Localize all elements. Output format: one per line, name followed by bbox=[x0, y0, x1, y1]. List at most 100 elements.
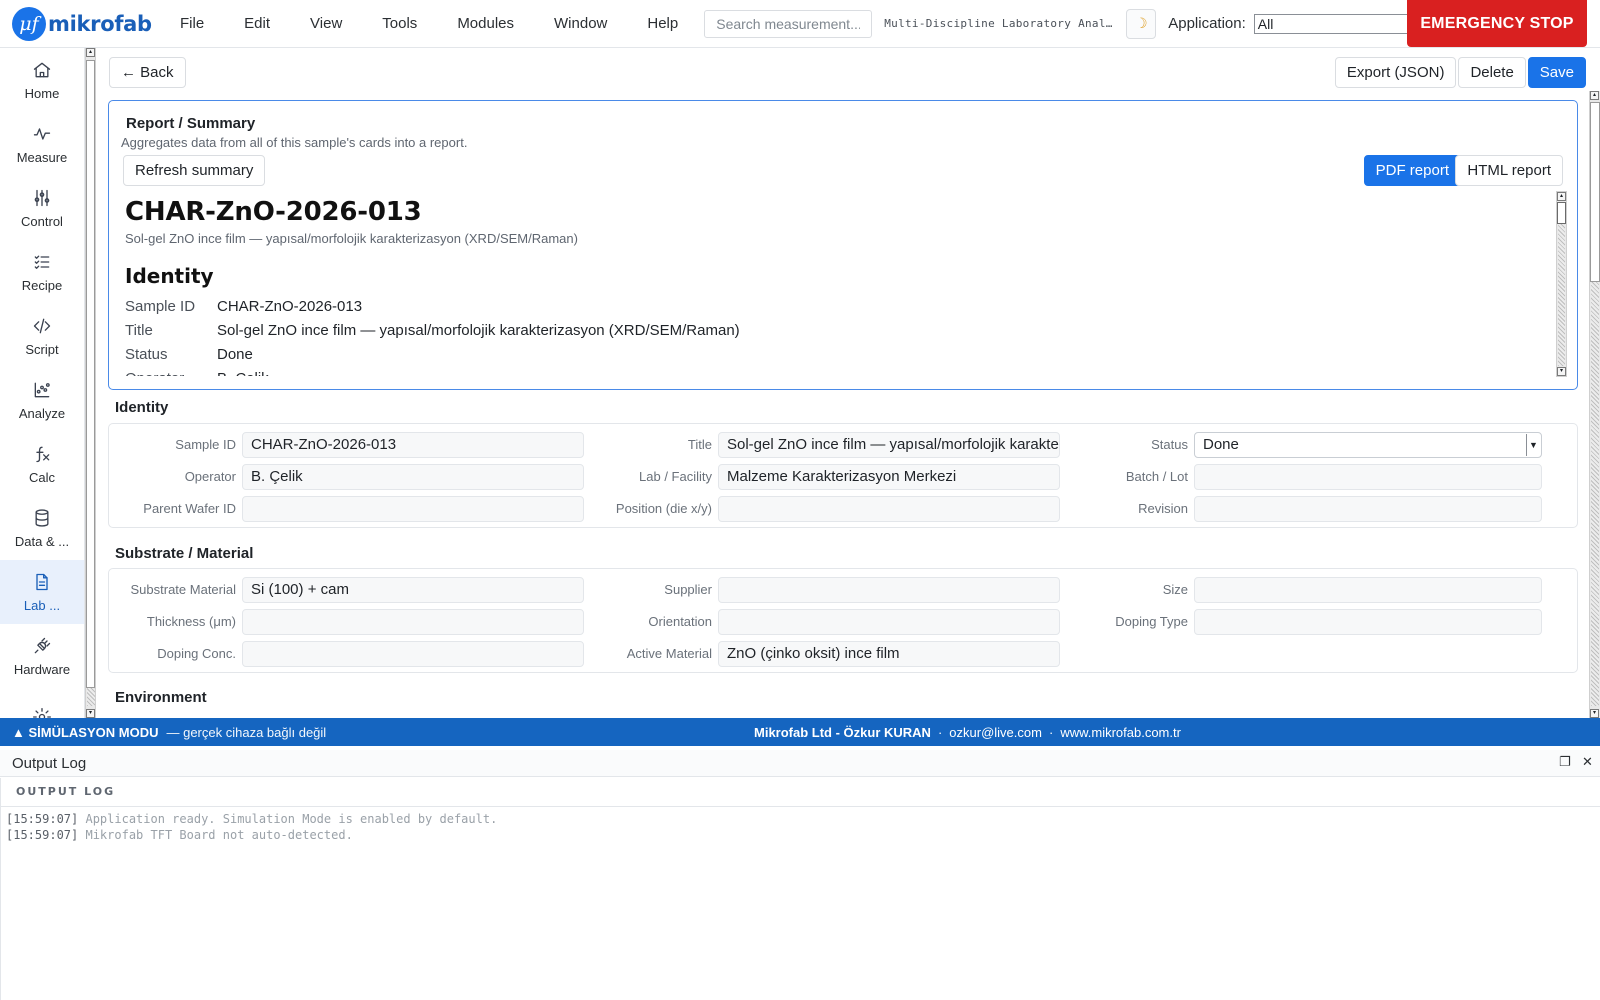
sidebar-item-control[interactable]: Control bbox=[0, 176, 84, 240]
batch-label: Batch / Lot bbox=[1125, 469, 1188, 484]
footer-info: Mikrofab Ltd - Özkur KURAN · ozkur@live.… bbox=[754, 718, 1181, 746]
sidebar-item-measure[interactable]: Measure bbox=[0, 112, 84, 176]
preview-section-heading: Identity bbox=[125, 264, 214, 288]
html-report-button[interactable]: HTML report bbox=[1455, 155, 1563, 186]
sidebar-item-data[interactable]: Data & ... bbox=[0, 496, 84, 560]
theme-toggle-button[interactable]: ☽ bbox=[1126, 8, 1157, 39]
preview-identity-table: Sample ID CHAR-ZnO-2026-013 Title Sol-ge… bbox=[125, 294, 740, 377]
menu-window[interactable]: Window bbox=[534, 15, 627, 32]
form-row: Doping Conc. Active Material ZnO (çinko … bbox=[109, 641, 1579, 667]
export-json-button[interactable]: Export (JSON) bbox=[1334, 57, 1457, 88]
menu-view[interactable]: View bbox=[290, 15, 362, 32]
scroll-thumb[interactable] bbox=[1590, 102, 1600, 282]
separator-dot: · bbox=[1048, 724, 1054, 740]
brand-logo[interactable]: μf mikrofab bbox=[12, 6, 162, 41]
application-select[interactable]: All ▼ bbox=[1253, 13, 1422, 34]
scroll-down-arrow[interactable]: ▾ bbox=[1557, 367, 1566, 376]
document-icon bbox=[36, 573, 48, 590]
parent-wafer-field[interactable] bbox=[242, 496, 584, 522]
preview-key: Sample ID bbox=[125, 297, 196, 315]
operator-field[interactable]: B. Çelik bbox=[242, 464, 584, 490]
pdf-report-button[interactable]: PDF report bbox=[1363, 155, 1461, 186]
log-message: Application ready. Simulation Mode is en… bbox=[85, 812, 498, 826]
sidebar-item-label: Calc bbox=[28, 469, 55, 485]
scroll-thumb[interactable] bbox=[1557, 202, 1566, 224]
menu-edit[interactable]: Edit bbox=[224, 15, 290, 32]
position-field[interactable] bbox=[718, 496, 1060, 522]
substrate-material-field[interactable]: Si (100) + cam bbox=[242, 577, 584, 603]
scroll-thumb[interactable] bbox=[86, 60, 95, 688]
preview-scrollbar[interactable]: ▴ ▾ bbox=[1556, 191, 1567, 377]
doping-type-label: Doping Type bbox=[1115, 614, 1188, 629]
thickness-field[interactable] bbox=[242, 609, 584, 635]
preview-heading: CHAR-ZnO-2026-013 bbox=[125, 197, 422, 227]
scroll-down-arrow[interactable]: ▾ bbox=[86, 709, 95, 718]
output-log-header: Output Log ❐ ✕ bbox=[0, 750, 1600, 777]
sidebar-item-analyze[interactable]: Analyze bbox=[0, 368, 84, 432]
lab-field[interactable]: Malzeme Karakterizasyon Merkezi bbox=[718, 464, 1060, 490]
revision-field[interactable] bbox=[1194, 496, 1542, 522]
supplier-field[interactable] bbox=[718, 577, 1060, 603]
sample-id-field[interactable]: CHAR-ZnO-2026-013 bbox=[242, 432, 584, 458]
back-button[interactable]: ← Back bbox=[109, 57, 186, 88]
sidebar-item-recipe[interactable]: Recipe bbox=[0, 240, 84, 304]
menu-tools[interactable]: Tools bbox=[362, 15, 437, 32]
menu-modules[interactable]: Modules bbox=[437, 15, 534, 32]
close-icon[interactable]: ✕ bbox=[1582, 754, 1593, 770]
sidebar-item-calc[interactable]: Calc bbox=[0, 432, 84, 496]
sidebar-item-settings[interactable] bbox=[0, 688, 84, 718]
moon-icon: ☽ bbox=[1134, 15, 1148, 31]
log-message: Mikrofab TFT Board not auto-detected. bbox=[85, 828, 353, 842]
scroll-down-arrow[interactable]: ▾ bbox=[1590, 709, 1599, 718]
sidebar-item-home[interactable]: Home bbox=[0, 48, 84, 112]
batch-field[interactable] bbox=[1194, 464, 1542, 490]
sidebar: Home Measure Control Recipe Script Analy… bbox=[0, 48, 85, 718]
report-summary-card: Report / Summary Aggregates data from al… bbox=[108, 100, 1578, 390]
refresh-summary-button[interactable]: Refresh summary bbox=[123, 155, 266, 186]
orientation-field[interactable] bbox=[718, 609, 1060, 635]
delete-button[interactable]: Delete bbox=[1458, 57, 1526, 88]
chart-icon bbox=[34, 382, 50, 397]
top-bar: μf mikrofab File Edit View Tools Modules… bbox=[0, 0, 1600, 48]
size-field[interactable] bbox=[1194, 577, 1542, 603]
menu-help[interactable]: Help bbox=[627, 15, 698, 32]
sidebar-item-label: Analyze bbox=[18, 405, 66, 421]
identity-heading: Identity bbox=[115, 399, 169, 416]
lab-label: Lab / Facility bbox=[639, 469, 712, 484]
doping-conc-field[interactable] bbox=[242, 641, 584, 667]
substrate-material-label: Substrate Material bbox=[130, 582, 237, 597]
separator-dot: · bbox=[937, 724, 943, 740]
scroll-up-arrow[interactable]: ▴ bbox=[1590, 91, 1599, 100]
home-icon bbox=[33, 62, 51, 77]
main-scrollbar[interactable]: ▴ ▾ bbox=[1589, 91, 1600, 718]
report-preview[interactable]: CHAR-ZnO-2026-013 Sol-gel ZnO ince film … bbox=[125, 191, 1525, 376]
sidebar-scrollbar[interactable]: ▴ ▾ bbox=[85, 48, 96, 718]
simulation-note: — gerçek cihaza bağlı değil bbox=[166, 724, 327, 740]
active-material-label: Active Material bbox=[626, 646, 712, 661]
doping-type-field[interactable] bbox=[1194, 609, 1542, 635]
position-label: Position (die x/y) bbox=[615, 501, 712, 516]
emergency-stop-button[interactable]: EMERGENCY STOP bbox=[1407, 0, 1587, 47]
search-input[interactable] bbox=[704, 9, 873, 38]
gear-icon bbox=[33, 708, 51, 718]
sidebar-item-hardware[interactable]: Hardware bbox=[0, 624, 84, 688]
menu-file[interactable]: File bbox=[170, 15, 224, 32]
status-select[interactable]: Done ▼ bbox=[1194, 432, 1542, 458]
status-label: Status bbox=[1151, 437, 1188, 452]
identity-card: Sample ID CHAR-ZnO-2026-013 Title Sol-ge… bbox=[108, 423, 1578, 528]
database-icon bbox=[35, 508, 49, 527]
active-material-field[interactable]: ZnO (çinko oksit) ince film bbox=[718, 641, 1060, 667]
title-field[interactable]: Sol-gel ZnO ince film — yapısal/morfoloj… bbox=[718, 432, 1060, 458]
sidebar-item-lab[interactable]: Lab ... bbox=[0, 560, 84, 624]
website-link[interactable]: www.mikrofab.com.tr bbox=[1060, 725, 1181, 740]
email-link[interactable]: ozkur@live.com bbox=[949, 725, 1042, 740]
title-label: Title bbox=[687, 437, 712, 452]
sidebar-item-script[interactable]: Script bbox=[0, 304, 84, 368]
report-subtitle: Aggregates data from all of this sample'… bbox=[121, 135, 468, 150]
scroll-up-arrow[interactable]: ▴ bbox=[1557, 192, 1566, 201]
scroll-up-arrow[interactable]: ▴ bbox=[86, 48, 95, 57]
supplier-label: Supplier bbox=[664, 582, 712, 597]
log-timestamp: [15:59:07] bbox=[6, 828, 79, 842]
save-button[interactable]: Save bbox=[1527, 57, 1586, 88]
restore-icon[interactable]: ❐ bbox=[1559, 754, 1571, 770]
